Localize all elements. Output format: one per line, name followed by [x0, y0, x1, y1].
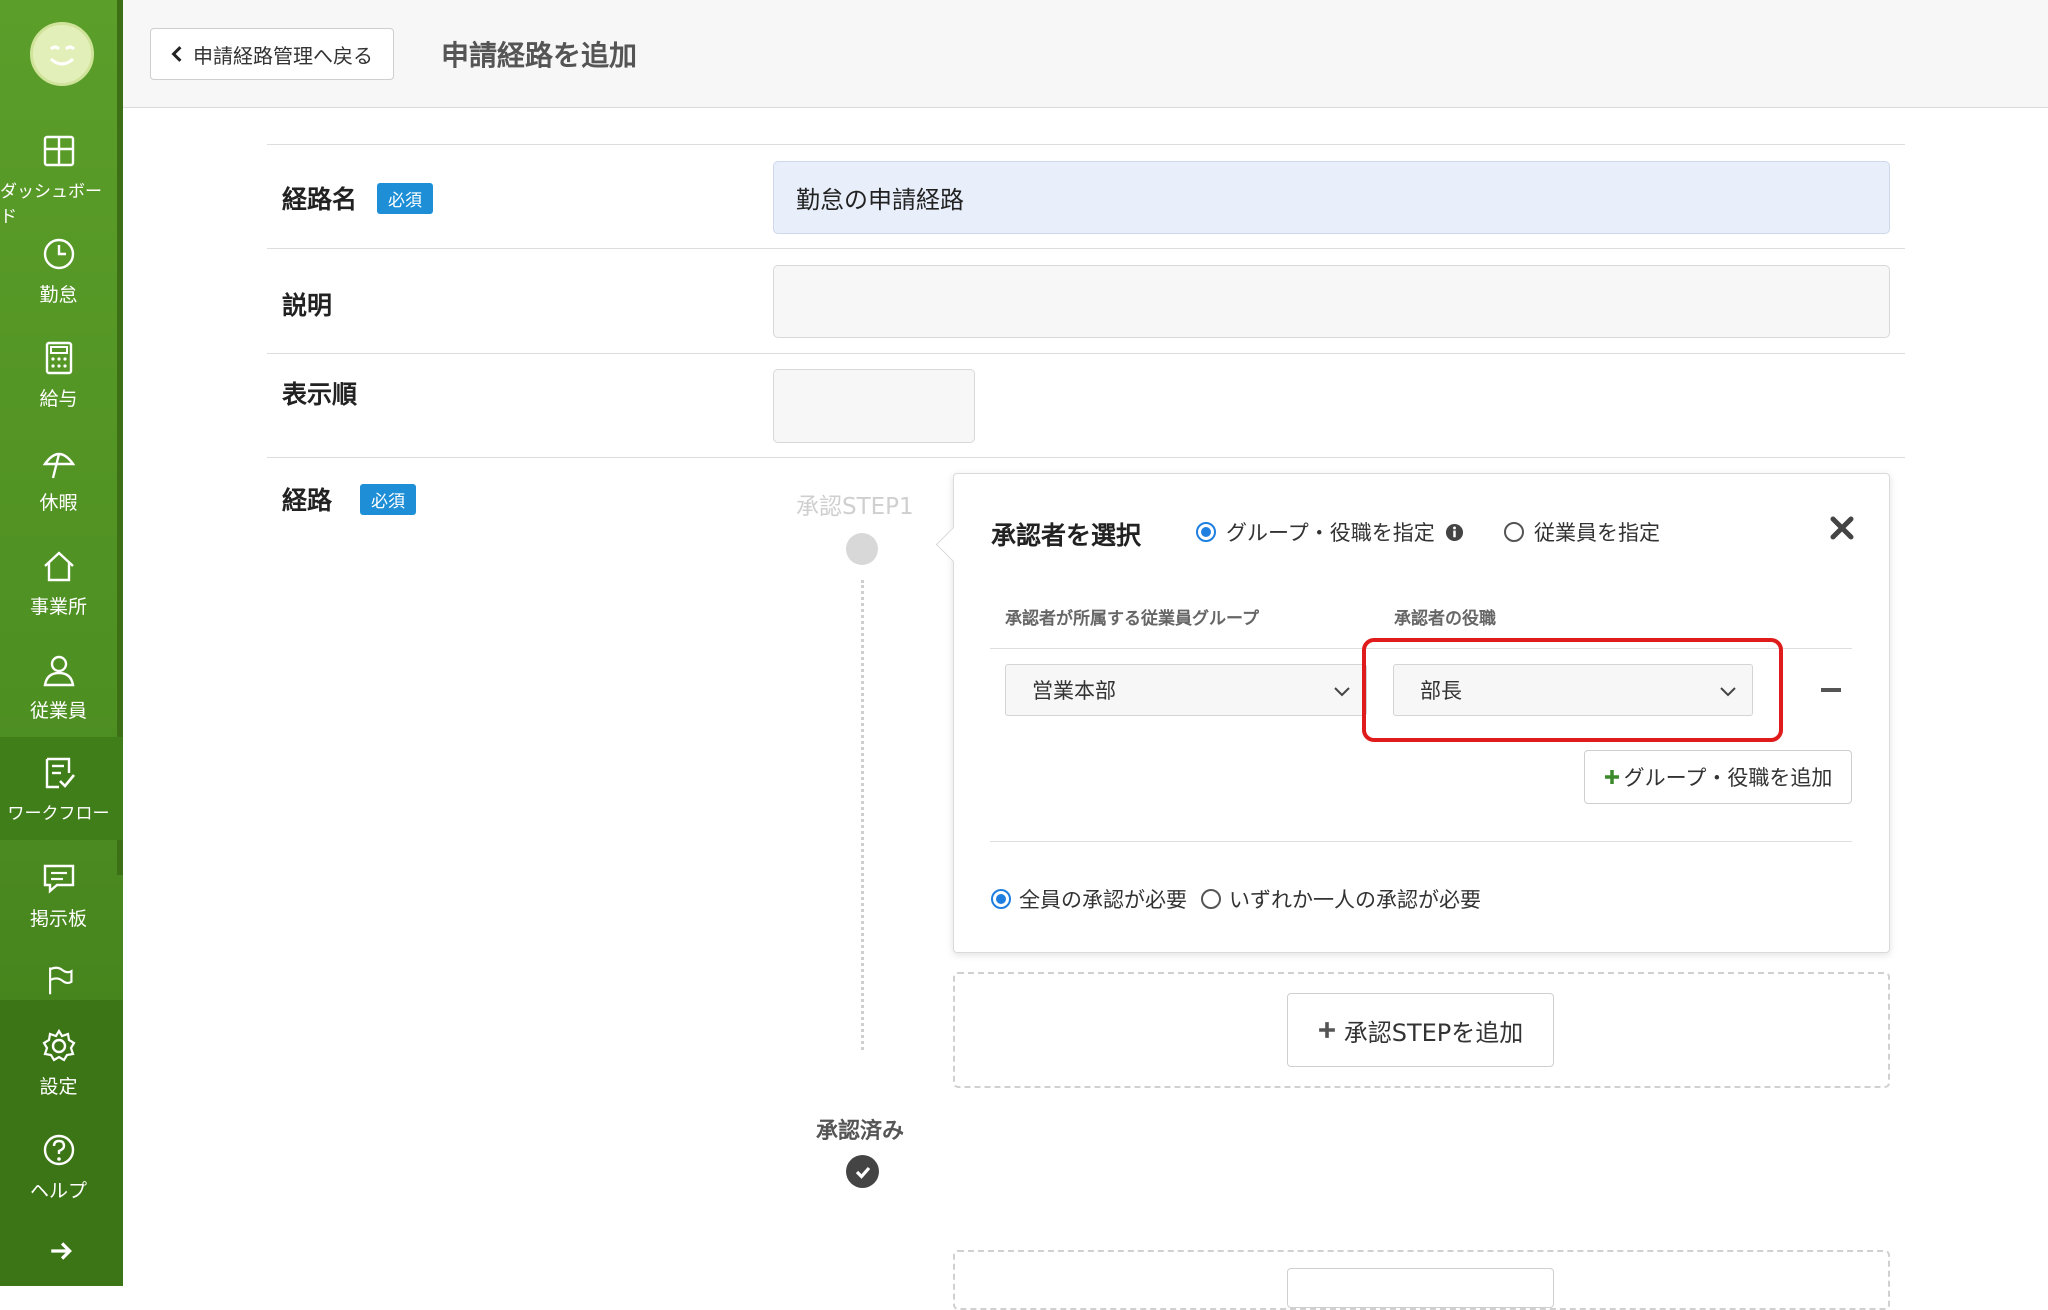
plus-icon: [1318, 1022, 1335, 1038]
approved-label: 承認済み: [816, 1119, 905, 1144]
radio-selected[interactable]: [1196, 522, 1216, 542]
avatar[interactable]: [30, 22, 94, 86]
sidebar-item-label: ダッシュボード: [0, 182, 102, 227]
sidebar-item-workflow[interactable]: ワークフロー: [0, 737, 123, 840]
approver-panel: 承認者を選択 グループ・役職を指定 従業員を指定 承認者が所属する従業員グループ…: [935, 473, 1890, 953]
calculator-icon: [45, 341, 72, 375]
sidebar-item-label: 従業員: [29, 700, 87, 722]
description-label-text: 説明: [282, 291, 333, 320]
mode-option-group-role[interactable]: グループ・役職を指定: [1196, 517, 1464, 547]
sidebar-item-help[interactable]: ヘルプ: [0, 1132, 117, 1232]
mode-option-label: グループ・役職を指定: [1226, 521, 1435, 545]
step1-dot[interactable]: [846, 533, 878, 565]
divider: [267, 248, 1905, 249]
chevron-down-icon: [1334, 687, 1350, 697]
back-button-label: 申請経路管理へ戻る: [193, 43, 373, 68]
add-step-label: 承認STEPを追加: [1343, 1018, 1524, 1047]
sidebar-item-label: ワークフロー: [7, 804, 110, 824]
role-column-header: 承認者の役職: [1394, 609, 1496, 629]
required-badge: 必須: [360, 483, 417, 515]
group-select[interactable]: 営業本部: [1005, 664, 1367, 716]
sidebar-item-label: ヘルプ: [29, 1180, 87, 1202]
radio-selected[interactable]: [991, 889, 1011, 909]
sidebar-item-label: 事業所: [29, 596, 87, 618]
divider: [267, 353, 1905, 354]
panel-pointer: [935, 526, 972, 563]
mode-option-label: 従業員を指定: [1534, 521, 1660, 545]
mode-option-employee[interactable]: 従業員を指定: [1504, 517, 1660, 547]
message-icon: [43, 864, 74, 894]
sidebar-item-settings[interactable]: 設定: [0, 1028, 117, 1128]
close-icon[interactable]: [1828, 514, 1856, 542]
route-label: 経路 必須: [282, 481, 417, 517]
group-select-value: 営業本部: [1032, 679, 1116, 703]
chevron-left-icon: [171, 46, 182, 62]
add-step-button[interactable]: 承認STEPを追加: [1287, 993, 1554, 1067]
back-button[interactable]: 申請経路管理へ戻る: [150, 28, 394, 80]
approver-panel-title: 承認者を選択: [991, 521, 1142, 550]
add-step-button-bottom[interactable]: [1287, 1268, 1554, 1308]
sidebar-item-label: 設定: [39, 1076, 78, 1098]
arrow-right-icon[interactable]: [48, 1238, 74, 1264]
divider: [267, 144, 1905, 145]
page-title: 申請経路を追加: [441, 39, 638, 72]
sidebar-item-board[interactable]: 掲示板: [0, 860, 117, 960]
check-circle-icon: [846, 1155, 879, 1188]
approval-option-any[interactable]: いずれか一人の承認が必要: [1201, 884, 1481, 914]
check-icon: [855, 1166, 870, 1179]
sidebar-item-flag[interactable]: [0, 964, 117, 1004]
highlight-annotation: [1362, 638, 1783, 742]
flag-icon: [48, 966, 73, 995]
workflow-icon: [45, 757, 75, 789]
umbrella-icon: [42, 452, 75, 479]
divider: [267, 457, 1905, 458]
sidebar-item-attendance[interactable]: 勤怠: [0, 236, 117, 336]
help-icon: [43, 1134, 74, 1166]
sidebar: ダッシュボード 勤怠 給与 休暇 事業所 従業員 ワークフロー 掲示板 設定 ヘ…: [0, 0, 123, 1286]
clock-icon: [43, 238, 74, 270]
approval-option-all[interactable]: 全員の承認が必要: [991, 884, 1187, 914]
remove-row-button[interactable]: [1821, 688, 1841, 692]
required-badge: 必須: [377, 182, 434, 214]
route-label-text: 経路: [282, 486, 333, 515]
sidebar-item-label: 休暇: [39, 492, 78, 514]
approval-option-label: いずれか一人の承認が必要: [1229, 888, 1481, 912]
step-connector: [861, 580, 864, 1050]
group-column-header: 承認者が所属する従業員グループ: [1005, 609, 1259, 629]
plus-icon: [1604, 770, 1619, 784]
gear-icon: [41, 1028, 76, 1062]
sidebar-item-office[interactable]: 事業所: [0, 548, 117, 648]
smile-icon: [49, 45, 76, 66]
display-order-label-text: 表示順: [282, 380, 358, 409]
step1-label: 承認STEP1: [796, 494, 914, 520]
description-label: 説明: [282, 286, 332, 322]
divider: [990, 841, 1852, 842]
sidebar-item-dashboard[interactable]: ダッシュボード: [0, 133, 117, 233]
route-name-input[interactable]: 勤怠の申請経路: [773, 161, 1890, 234]
route-name-label: 経路名 必須: [282, 180, 434, 216]
route-name-value: 勤怠の申請経路: [796, 186, 964, 214]
sidebar-item-leave[interactable]: 休暇: [0, 444, 117, 544]
add-group-role-label: グループ・役職を追加: [1623, 766, 1833, 790]
user-icon: [43, 655, 74, 687]
add-group-role-button[interactable]: グループ・役職を追加: [1584, 750, 1852, 804]
display-order-input[interactable]: [773, 369, 975, 443]
sidebar-item-label: 勤怠: [39, 284, 78, 306]
description-input[interactable]: [773, 265, 1890, 338]
route-name-label-text: 経路名: [282, 185, 358, 214]
radio-unselected[interactable]: [1201, 889, 1221, 909]
display-order-label: 表示順: [282, 375, 357, 411]
sidebar-item-label: 給与: [39, 388, 78, 410]
header: 申請経路管理へ戻る 申請経路を追加: [123, 0, 2048, 108]
info-icon[interactable]: [1445, 523, 1464, 542]
dashboard-icon: [43, 135, 74, 167]
sidebar-item-label: 掲示板: [29, 908, 87, 930]
radio-unselected[interactable]: [1504, 522, 1524, 542]
sidebar-footer: 設定 ヘルプ: [0, 1000, 123, 1286]
approval-option-label: 全員の承認が必要: [1019, 888, 1187, 912]
sidebar-item-payroll[interactable]: 給与: [0, 340, 117, 440]
home-icon: [43, 551, 74, 582]
